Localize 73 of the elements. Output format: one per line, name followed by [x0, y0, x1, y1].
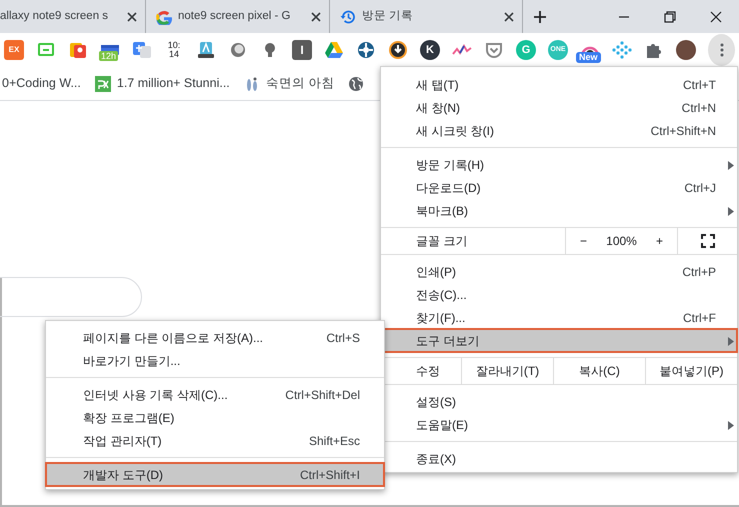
menu-item[interactable]: 도움말(E): [381, 413, 737, 436]
translate-icon[interactable]: [132, 40, 152, 60]
menu-label: 글꼴 크기: [416, 233, 468, 250]
zoom-in-button[interactable]: +: [656, 232, 663, 250]
menu-item[interactable]: 확장 프로그램(E): [46, 406, 384, 429]
menu-item[interactable]: 새 시크릿 창(I) Ctrl+Shift+N: [381, 119, 737, 142]
zoom-out-button[interactable]: −: [580, 232, 588, 250]
menu-item[interactable]: 방문 기록(H): [381, 153, 737, 176]
shortcut-text: Ctrl+S: [326, 330, 360, 346]
orb-icon[interactable]: [228, 40, 248, 60]
time-badge: 12h: [99, 51, 118, 61]
clock-text[interactable]: 10: 14: [164, 40, 184, 60]
new-badge: New: [576, 52, 601, 63]
map-pin-icon[interactable]: [68, 40, 88, 60]
browser-tab[interactable]: allaxy note9 screen s: [0, 0, 146, 33]
zoom-level-text: 100%: [606, 233, 637, 250]
menu-item[interactable]: 종료(X): [381, 447, 737, 470]
shortcut-text: Ctrl+N: [682, 100, 716, 116]
close-icon[interactable]: [504, 12, 514, 22]
bookmark[interactable]: 숙면의 아침: [244, 74, 334, 93]
menu-item[interactable]: 새 창(N) Ctrl+N: [381, 96, 737, 119]
close-icon[interactable]: [708, 8, 724, 24]
menu-label: 수정: [416, 363, 441, 380]
browser-tab[interactable]: 방문 기록: [330, 0, 523, 33]
shortcut-text: Ctrl+P: [682, 264, 716, 280]
menu-item[interactable]: 개발자 도구(D) Ctrl+Shift+I: [46, 463, 384, 486]
triangle-logo-icon[interactable]: [324, 40, 344, 60]
download-icon[interactable]: [388, 40, 408, 60]
shortcut-text: Ctrl+J: [684, 180, 716, 196]
menu-item[interactable]: 설정(S): [381, 390, 737, 413]
dots-icon[interactable]: [612, 40, 632, 60]
shortcut-text: Ctrl+Shift+N: [650, 122, 716, 140]
shortcut-text: Ctrl+F: [683, 310, 716, 326]
browser-tab[interactable]: note9 screen pixel - G: [146, 0, 330, 33]
menu-item[interactable]: 작업 관리자(T) Shift+Esc: [46, 429, 384, 452]
letter-tile-icon[interactable]: [196, 40, 216, 60]
extension-icon[interactable]: K: [420, 40, 440, 60]
globe-icon: [348, 76, 364, 92]
pocket-icon[interactable]: [484, 40, 504, 60]
shortcut-text: Ctrl+Shift+I: [300, 466, 360, 484]
submenu-arrow-icon: [728, 421, 734, 430]
px-logo-icon: [94, 76, 111, 92]
avatar-icon[interactable]: [676, 40, 696, 60]
menu-item[interactable]: 다운로드(D) Ctrl+J: [381, 176, 737, 199]
menu-item[interactable]: 찾기(F)... Ctrl+F: [381, 306, 737, 329]
menu-item[interactable]: 북마크(B): [381, 199, 737, 222]
google-logo-icon: [156, 8, 172, 24]
shortcut-text: Ctrl+T: [683, 76, 716, 94]
menu-item[interactable]: 인터넷 사용 기록 삭제(C)... Ctrl+Shift+Del: [46, 383, 384, 406]
search-field[interactable]: [0, 277, 142, 317]
submenu-arrow-icon: [728, 207, 734, 216]
menu-item[interactable]: 전송(C)...: [381, 283, 737, 306]
history-icon: [340, 8, 356, 24]
menu-item[interactable]: 바로가기 만들기...: [46, 349, 384, 372]
ring-icon[interactable]: [356, 40, 376, 60]
extension-icon[interactable]: I: [292, 40, 312, 60]
close-icon[interactable]: [311, 12, 321, 22]
menu-button[interactable]: [708, 34, 735, 66]
menu-item[interactable]: 새 탭(T) Ctrl+T: [381, 73, 737, 96]
restore-icon[interactable]: [662, 8, 678, 24]
bookmark[interactable]: 1.7 million+ Stunni...: [94, 74, 230, 93]
bookmark[interactable]: 0+Coding W...: [0, 74, 81, 93]
fullscreen-icon[interactable]: [700, 234, 714, 248]
close-icon[interactable]: [127, 12, 137, 22]
bookmark[interactable]: [348, 76, 364, 92]
menu-item[interactable]: 페이지를 다른 이름으로 저장(A)... Ctrl+S: [46, 326, 384, 349]
menu-item[interactable]: 인쇄(P) Ctrl+P: [381, 260, 737, 283]
shortcut-text: Ctrl+Shift+Del: [285, 386, 360, 404]
submenu-arrow-icon: [728, 337, 734, 346]
menu-icon[interactable]: [720, 43, 724, 57]
shortcut-text: Shift+Esc: [308, 432, 360, 450]
new-tab-icon[interactable]: [533, 10, 547, 24]
submenu-arrow-icon: [728, 161, 734, 170]
